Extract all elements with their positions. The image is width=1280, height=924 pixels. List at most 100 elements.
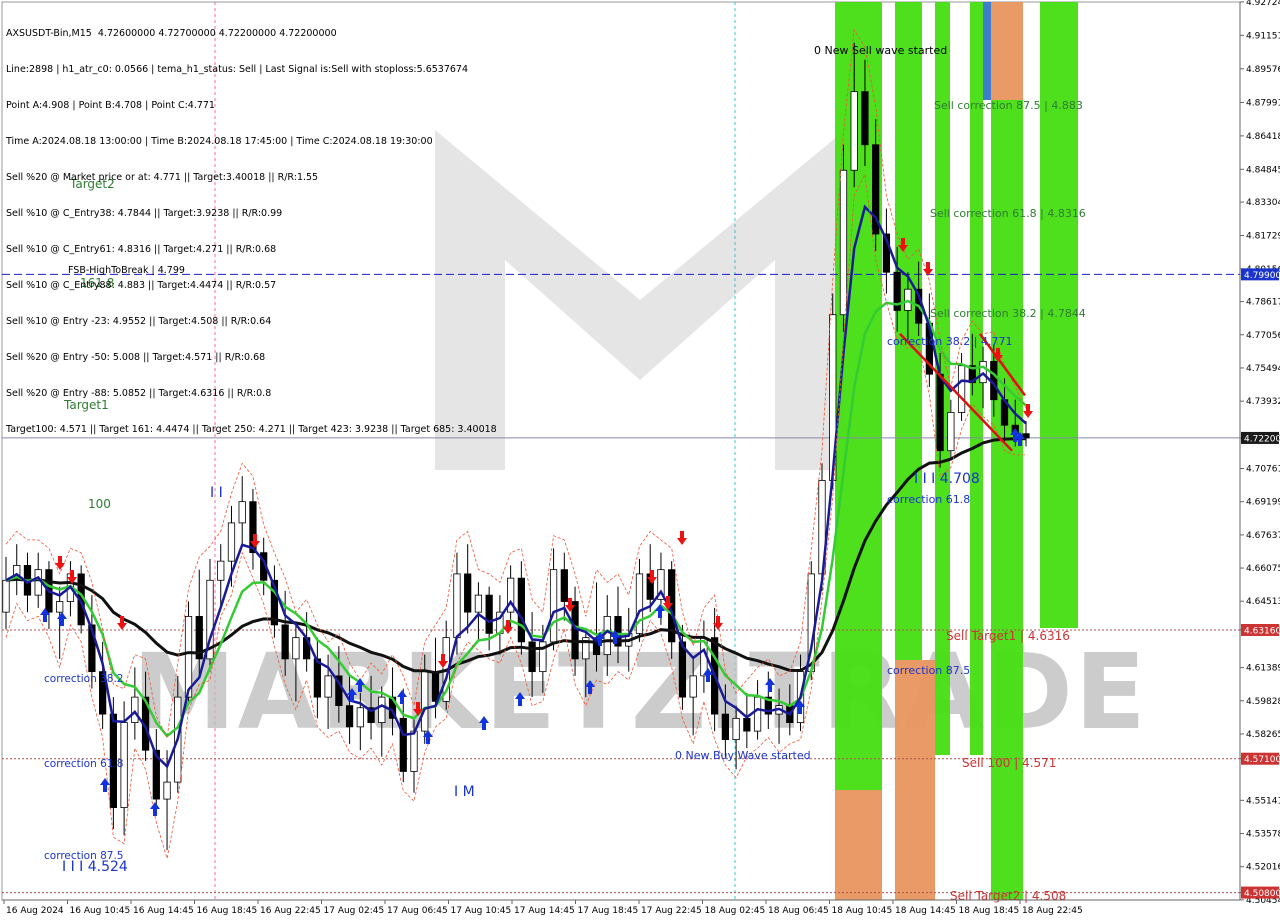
y-tick-label: 4.73932 — [1246, 397, 1280, 407]
price-badge-label: 4.63160 — [1244, 626, 1280, 636]
y-tick-label: 4.59828 — [1246, 697, 1280, 707]
point-b-label: I I I 4.708 — [914, 471, 980, 487]
info-line: Sell %20 @ Market price or at: 4.771 || … — [6, 172, 319, 183]
price-badge-label: 4.50800 — [1244, 889, 1280, 899]
candle-body — [861, 91, 869, 146]
fib-100-label: 100 — [88, 497, 111, 511]
x-tick-label: 16 Aug 14:45 — [133, 906, 194, 916]
y-tick-label: 4.61389 — [1246, 664, 1280, 674]
candle-body — [947, 412, 955, 452]
candle-body — [184, 615, 193, 698]
y-tick-label: 4.81729 — [1246, 231, 1280, 241]
candle-body — [936, 373, 944, 452]
info-line: Line:2898 | h1_atr_c0: 0.0566 | tema_h1_… — [6, 64, 469, 75]
new-sell-wave-label: 0 New Sell wave started — [814, 44, 947, 57]
candle-body — [721, 713, 729, 741]
y-tick-label: 4.77056 — [1246, 331, 1280, 341]
candle-body — [2, 579, 10, 613]
candle-body — [549, 569, 558, 643]
correction-label: correction 87.5 — [887, 664, 970, 677]
candle-body — [378, 696, 386, 724]
new-buy-wave-label: 0 New Buy Wave started — [675, 749, 811, 762]
info-panel: AXSUSDT-Bin,M15 4.72600000 4.72700000 4.… — [6, 4, 497, 460]
info-line: Target100: 4.571 || Target 161: 4.4474 |… — [6, 424, 497, 435]
x-tick-label: 18 Aug 14:45 — [895, 906, 956, 916]
x-tick-label: 18 Aug 10:45 — [832, 906, 893, 916]
y-tick-label: 4.53578 — [1246, 830, 1280, 840]
x-tick-label: 18 Aug 22:45 — [1022, 906, 1083, 916]
info-line: Sell %10 @ Entry -23: 4.9552 || Target:4… — [6, 316, 272, 327]
candle-body — [743, 717, 751, 732]
y-tick-label: 4.58265 — [1246, 730, 1280, 740]
zone-column — [991, 100, 1023, 900]
y-tick-label: 4.52016 — [1246, 863, 1280, 873]
candle-body — [281, 624, 289, 660]
x-tick-label: 16 Aug 18:45 — [197, 906, 258, 916]
candle-body — [313, 658, 321, 698]
y-tick-label: 4.64513 — [1246, 597, 1280, 607]
candle-body — [732, 717, 740, 741]
candle-body — [453, 573, 461, 639]
x-tick-label: 17 Aug 02:45 — [324, 906, 385, 916]
x-tick-label: 17 Aug 06:45 — [387, 906, 448, 916]
y-tick-label: 4.92724 — [1246, 0, 1280, 8]
point-c-label: correction 38.2 | 4.771 — [887, 335, 1012, 348]
y-tick-label: 4.70761 — [1246, 465, 1280, 475]
candle-body — [217, 560, 225, 581]
candle-body — [528, 641, 536, 673]
zone-column — [895, 660, 935, 900]
wave-label: I I I 4.524 — [62, 859, 128, 875]
sell-target1-label: Sell Target1 | 4.6316 — [946, 629, 1070, 643]
correction-label: correction 61.8 — [44, 758, 123, 770]
info-line: Time A:2024.08.18 13:00:00 | Time B:2024… — [6, 136, 433, 147]
price-badge-label: 4.57100 — [1244, 755, 1280, 765]
zone-column — [835, 2, 882, 790]
zone-column — [895, 2, 922, 660]
x-tick-label: 17 Aug 18:45 — [578, 906, 639, 916]
wave-label: I I — [210, 485, 223, 501]
y-tick-label: 4.89576 — [1246, 65, 1280, 75]
sell-100-label: Sell 100 | 4.571 — [962, 756, 1056, 770]
candle-body — [603, 615, 611, 656]
candle-body — [227, 522, 236, 562]
y-tick-label: 4.84845 — [1246, 165, 1280, 175]
candle-body — [345, 705, 354, 728]
y-tick-label: 4.75494 — [1246, 364, 1280, 374]
info-line: Sell %10 @ C_Entry38: 4.7844 || Target:3… — [6, 208, 283, 219]
x-tick-label: 16 Aug 22:45 — [260, 906, 321, 916]
x-tick-label: 17 Aug 10:45 — [451, 906, 512, 916]
candle-body — [850, 91, 858, 171]
candle-body — [399, 717, 407, 772]
candle-body — [356, 707, 364, 728]
y-tick-label: 4.69199 — [1246, 498, 1280, 508]
x-tick-label: 17 Aug 14:45 — [514, 906, 575, 916]
y-tick-label: 4.91151 — [1246, 31, 1280, 41]
x-tick-label: 17 Aug 22:45 — [641, 906, 702, 916]
candle — [839, 144, 848, 332]
candle-body — [410, 730, 418, 772]
sell-correction-label: Sell correction 38.2 | 4.7844 — [930, 307, 1086, 320]
y-tick-label: 4.78617 — [1246, 298, 1280, 308]
y-tick-label: 4.55141 — [1246, 796, 1280, 806]
sell-target2-label: Sell Target2 | 4.508 — [950, 889, 1066, 903]
sell-correction-label: Sell correction 61.8 | 4.8316 — [930, 207, 1086, 220]
info-line: Sell %20 @ Entry -50: 5.008 || Target:4.… — [6, 352, 266, 363]
candle-body — [464, 573, 472, 613]
correction-label: correction 38.2 — [44, 673, 123, 685]
x-tick-label: 18 Aug 06:45 — [768, 906, 829, 916]
candle-body — [238, 501, 246, 524]
y-tick-label: 4.83304 — [1246, 198, 1280, 208]
x-tick-label: 16 Aug 10:45 — [70, 906, 131, 916]
sell-correction-label: Sell correction 87.5 | 4.883 — [934, 99, 1083, 112]
price-badge-label: 4.79900 — [1244, 271, 1280, 281]
candle-body — [474, 594, 483, 613]
candle-body — [689, 675, 697, 698]
info-line: Sell %10 @ C_Entry88: 4.883 || Target:4.… — [6, 280, 277, 291]
candle-body — [131, 696, 139, 724]
price-badge-label: 4.72200 — [1244, 434, 1280, 444]
candle-body — [56, 601, 64, 613]
info-line: Point A:4.908 | Point B:4.708 | Point C:… — [6, 100, 215, 111]
y-tick-label: 4.66075 — [1246, 564, 1280, 574]
candle-body — [292, 637, 300, 660]
candle-body — [421, 671, 429, 732]
